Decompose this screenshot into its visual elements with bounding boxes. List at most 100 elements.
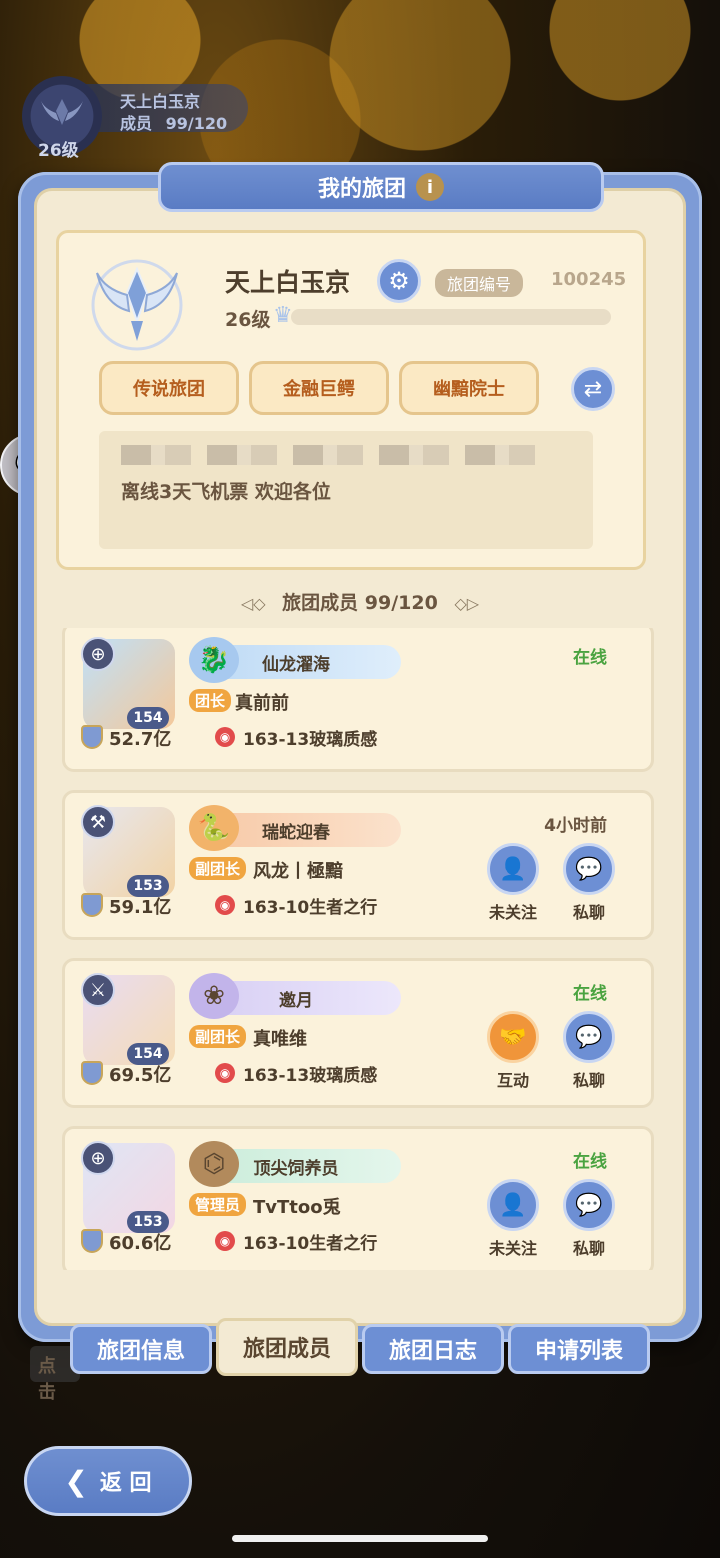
private-chat-label: 私聊	[572, 1239, 605, 1258]
member-status: 4小时前	[544, 816, 607, 836]
guild-emblem-icon	[87, 255, 187, 355]
back-label: 返 回	[99, 1471, 152, 1496]
guild-name: 天上白玉京	[225, 268, 351, 297]
chat-bubble-icon: 💬	[563, 1179, 615, 1231]
member-location: 163-13玻璃质感	[243, 1066, 378, 1086]
home-indicator[interactable]	[232, 1535, 488, 1542]
member-row[interactable]: ⊕ 154 仙龙濯海 🐉 团长 真前前 52.7亿 ◉ 163-13玻璃质感 在…	[62, 628, 654, 772]
member-avatar[interactable]: ⊕ 154	[81, 637, 175, 729]
member-name: 真唯维	[253, 1029, 307, 1050]
private-chat-button[interactable]: 💬 私聊	[559, 843, 619, 923]
handshake-icon: 🤝	[487, 1011, 539, 1063]
notice-text: 离线3天飞机票 欢迎各位	[121, 481, 331, 503]
add-user-icon: 👤	[487, 843, 539, 895]
private-chat-button[interactable]: 💬 私聊	[559, 1011, 619, 1091]
member-power: 69.5亿	[109, 1065, 172, 1086]
chat-bubble-icon: 💬	[563, 1011, 615, 1063]
member-row[interactable]: ⚔ 154 邀月 ❀ 副团长 真唯维 69.5亿 ◉ 163-13玻璃质感 在线…	[62, 958, 654, 1108]
role-badge: 副团长	[189, 857, 247, 880]
members-header-label: 旅团成员	[282, 592, 359, 614]
class-crossed-swords-icon: ⚔	[81, 973, 115, 1007]
follow-label: 未关注	[488, 903, 537, 922]
left-ornament-icon: ◁◇	[240, 594, 266, 613]
bottom-tabs: 旅团信息 旅团成员 旅团日志 申请列表	[70, 1318, 652, 1376]
panel-title-tab: 我的旅团 i	[158, 162, 604, 212]
follow-label: 未关注	[488, 1239, 537, 1258]
interact-label: 互动	[496, 1071, 529, 1090]
private-chat-button[interactable]: 💬 私聊	[559, 1179, 619, 1259]
follow-button[interactable]: 👤 未关注	[483, 1179, 543, 1259]
tab-guild-members[interactable]: 旅团成员	[216, 1318, 358, 1376]
tab-application-list[interactable]: 申请列表	[508, 1324, 650, 1374]
tab-guild-info[interactable]: 旅团信息	[70, 1324, 212, 1374]
location-pin-icon: ◉	[215, 727, 235, 747]
guild-notice[interactable]: 离线3天飞机票 欢迎各位	[99, 431, 593, 549]
notice-redacted-text	[121, 445, 541, 465]
follow-button[interactable]: 👤 未关注	[483, 843, 543, 923]
role-badge: 管理员	[189, 1193, 247, 1216]
members-header-count: 99/120	[364, 592, 438, 614]
shield-power-icon	[81, 1061, 103, 1085]
back-button[interactable]: ❮ 返 回	[24, 1446, 192, 1516]
info-icon[interactable]: i	[416, 173, 444, 201]
member-status: 在线	[573, 984, 607, 1004]
snake-title-icon: 🐍	[189, 805, 239, 851]
badge-level: 26级	[38, 141, 79, 161]
collar-title-icon: ⌬	[189, 1141, 239, 1187]
location-pin-icon: ◉	[215, 1231, 235, 1251]
member-status: 在线	[573, 648, 607, 668]
member-location: 163-10生者之行	[243, 1234, 378, 1254]
member-list[interactable]: ⊕ 154 仙龙濯海 🐉 团长 真前前 52.7亿 ◉ 163-13玻璃质感 在…	[62, 628, 656, 1270]
panel-title: 我的旅团	[317, 177, 406, 202]
badge-members-value: 99/120	[165, 114, 228, 133]
shield-power-icon	[81, 1229, 103, 1253]
gear-icon: ⚙	[388, 267, 410, 295]
member-avatar[interactable]: ⚒ 153	[81, 805, 175, 897]
member-location: 163-10生者之行	[243, 898, 378, 918]
shield-power-icon	[81, 893, 103, 917]
crown-icon: ♛	[273, 303, 293, 328]
guild-tag-2[interactable]: 金融巨鳄	[249, 361, 389, 415]
member-name: 风龙丨極黯	[253, 861, 343, 882]
flower-title-icon: ❀	[189, 973, 239, 1019]
badge-members: 成员 99/120	[120, 110, 227, 134]
role-badge: 副团长	[189, 1025, 247, 1048]
private-chat-label: 私聊	[572, 903, 605, 922]
member-row[interactable]: ⚒ 153 瑞蛇迎春 🐍 副团长 风龙丨極黯 59.1亿 ◉ 163-10生者之…	[62, 790, 654, 940]
guild-info-card: 天上白玉京 ⚙ 旅团编号 100245 26级 ♛ 传说旅团 金融巨鳄 幽黯院士…	[56, 230, 646, 570]
class-crosshair-icon: ⊕	[81, 637, 115, 671]
class-crosshair-icon: ⊕	[81, 1141, 115, 1175]
back-arrow-icon: ❮	[64, 1464, 88, 1498]
swap-arrows-icon: ⇄	[583, 376, 603, 402]
guild-tag-1[interactable]: 传说旅团	[99, 361, 239, 415]
role-badge: 团长	[189, 689, 232, 712]
dragon-title-icon: 🐉	[189, 637, 239, 683]
add-user-icon: 👤	[487, 1179, 539, 1231]
top-guild-badge[interactable]: 26级 天上白玉京 成员 99/120	[8, 76, 248, 161]
member-row[interactable]: ⊕ 153 顶尖饲养员 ⌬ 管理员 TvTtoo兎 60.6亿 ◉ 163-10…	[62, 1126, 654, 1270]
tab-guild-log[interactable]: 旅团日志	[362, 1324, 504, 1374]
right-ornament-icon: ◇▷	[454, 594, 480, 613]
guild-tag-3[interactable]: 幽黯院士	[399, 361, 539, 415]
private-chat-label: 私聊	[572, 1071, 605, 1090]
shield-power-icon	[81, 725, 103, 749]
member-power: 52.7亿	[109, 729, 172, 750]
guild-exp-bar	[291, 309, 611, 325]
swap-tags-button[interactable]: ⇄	[571, 367, 615, 411]
guild-id-label: 旅团编号	[435, 269, 524, 297]
member-name: TvTtoo兎	[253, 1197, 341, 1218]
location-pin-icon: ◉	[215, 895, 235, 915]
member-name: 真前前	[235, 693, 289, 714]
member-avatar[interactable]: ⊕ 153	[81, 1141, 175, 1233]
members-header: ◁◇ 旅团成员 99/120 ◇▷	[0, 588, 720, 615]
guild-id-value: 100245	[551, 269, 627, 290]
member-location: 163-13玻璃质感	[243, 730, 378, 750]
class-pickaxe-icon: ⚒	[81, 805, 115, 839]
guild-level: 26级	[225, 309, 271, 331]
guild-settings-button[interactable]: ⚙	[377, 259, 421, 303]
badge-guild-name: 天上白玉京	[120, 92, 201, 111]
chat-bubble-icon: 💬	[563, 843, 615, 895]
member-avatar[interactable]: ⚔ 154	[81, 973, 175, 1065]
badge-members-label: 成员	[120, 114, 153, 133]
interact-button[interactable]: 🤝 互动	[483, 1011, 543, 1091]
